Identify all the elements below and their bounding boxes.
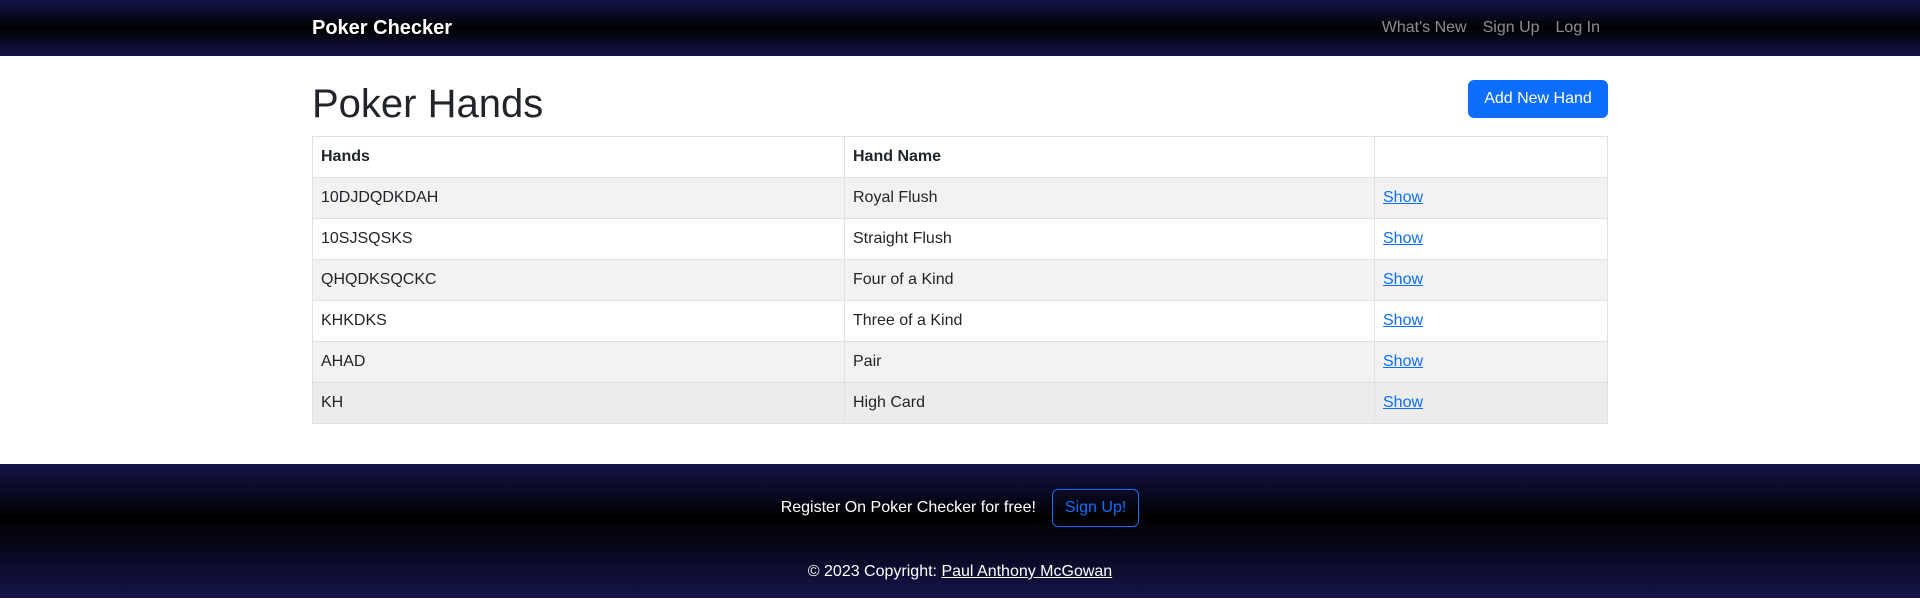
header-hand-name: Hand Name: [844, 136, 1375, 178]
hand-cards-cell: KHKDKS: [312, 300, 845, 342]
copyright-prefix: © 2023 Copyright:: [807, 563, 937, 580]
hand-name-cell: Royal Flush: [844, 177, 1375, 219]
action-cell: Show: [1374, 382, 1608, 424]
brand-link[interactable]: Poker Checker: [312, 15, 452, 41]
hand-name-cell: Four of a Kind: [844, 259, 1375, 301]
hand-cards-cell: QHQDKSQCKC: [312, 259, 845, 301]
table-row: QHQDKSQCKC Four of a Kind Show: [312, 259, 1608, 301]
table-row: 10SJSQSKS Straight Flush Show: [312, 218, 1608, 260]
hand-cards-cell: AHAD: [312, 341, 845, 383]
action-cell: Show: [1374, 341, 1608, 383]
show-link[interactable]: Show: [1383, 312, 1423, 329]
footer-cta-text: Register On Poker Checker for free!: [780, 499, 1036, 516]
nav-link-sign-up[interactable]: Sign Up: [1475, 16, 1548, 40]
header-hands: Hands: [312, 136, 845, 178]
nav-link-whats-new[interactable]: What's New: [1374, 16, 1475, 40]
hand-cards-cell: 10DJDQDKDAH: [312, 177, 845, 219]
footer-signup-cta: Register On Poker Checker for free! Sign…: [0, 489, 1920, 527]
show-link[interactable]: Show: [1383, 189, 1423, 206]
hand-name-cell: Straight Flush: [844, 218, 1375, 260]
hand-cards-cell: 10SJSQSKS: [312, 218, 845, 260]
action-cell: Show: [1374, 177, 1608, 219]
hand-cards-cell: KH: [312, 382, 845, 424]
show-link[interactable]: Show: [1383, 353, 1423, 370]
table-row: KHKDKS Three of a Kind Show: [312, 300, 1608, 342]
hands-table: Hands Hand Name 10DJDQDKDAH Royal Flush …: [312, 136, 1608, 424]
footer-sign-up-button[interactable]: Sign Up!: [1051, 489, 1140, 527]
action-cell: Show: [1374, 218, 1608, 260]
show-link[interactable]: Show: [1383, 230, 1423, 247]
hand-name-cell: Pair: [844, 341, 1375, 383]
show-link[interactable]: Show: [1383, 394, 1423, 411]
page-footer: Register On Poker Checker for free! Sign…: [0, 464, 1920, 598]
action-cell: Show: [1374, 300, 1608, 342]
table-row: AHAD Pair Show: [312, 341, 1608, 383]
table-row: KH High Card Show: [312, 382, 1608, 424]
hand-name-cell: High Card: [844, 382, 1375, 424]
nav-link-log-in[interactable]: Log In: [1548, 16, 1608, 40]
nav-links: What's New Sign Up Log In: [1374, 16, 1608, 40]
hand-name-cell: Three of a Kind: [844, 300, 1375, 342]
copyright: © 2023 Copyright: Paul Anthony McGowan: [0, 560, 1920, 584]
add-new-hand-button[interactable]: Add New Hand: [1468, 80, 1608, 118]
show-link[interactable]: Show: [1383, 271, 1423, 288]
author-link[interactable]: Paul Anthony McGowan: [941, 563, 1112, 580]
table-row: 10DJDQDKDAH Royal Flush Show: [312, 177, 1608, 219]
page-title: Poker Hands: [312, 82, 544, 126]
top-navbar: Poker Checker What's New Sign Up Log In: [0, 0, 1920, 56]
table-header-row: Hands Hand Name: [312, 136, 1608, 178]
action-cell: Show: [1374, 259, 1608, 301]
header-actions: [1374, 136, 1608, 178]
